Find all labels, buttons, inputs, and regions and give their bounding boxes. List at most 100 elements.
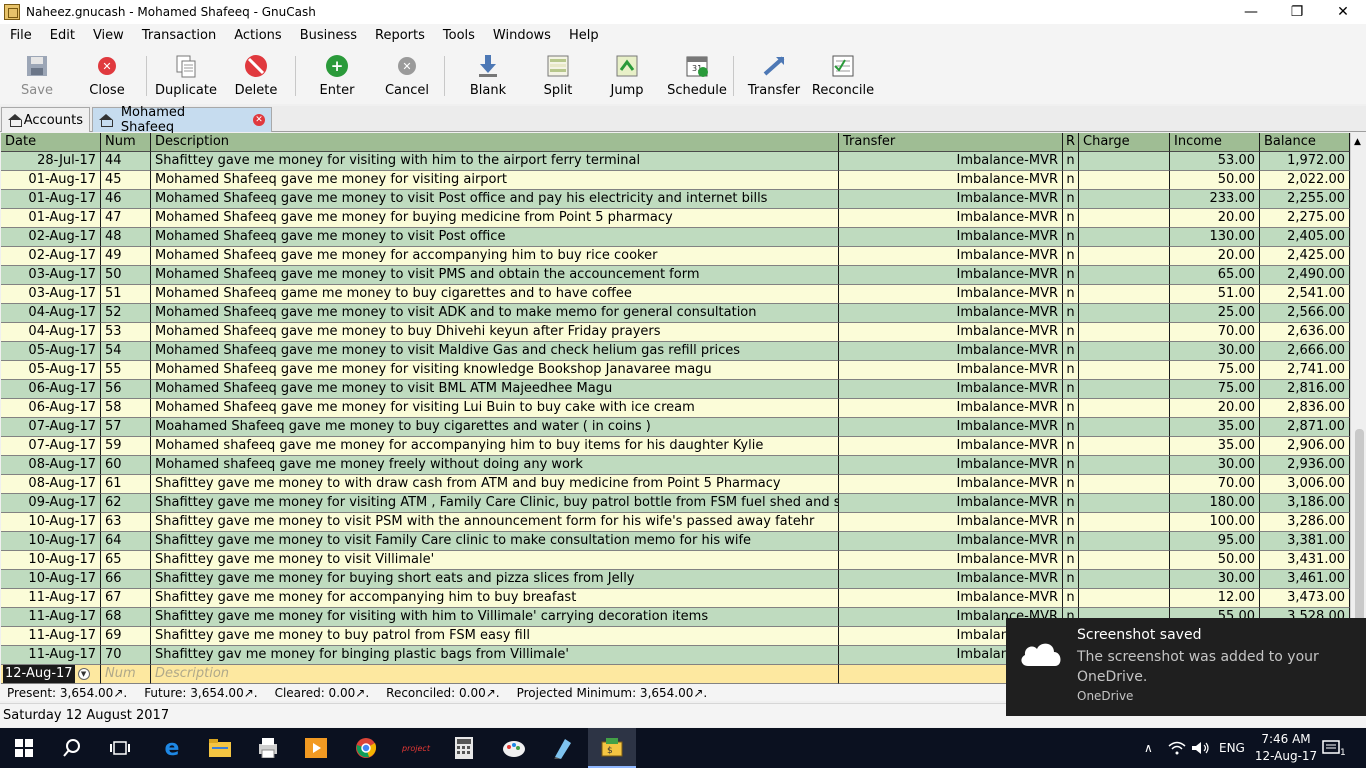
cell-description[interactable]: Mohamed Shafeeq gave me money to visit P…	[151, 228, 839, 247]
cell-income[interactable]: 20.00	[1170, 247, 1260, 266]
cell-transfer[interactable]: Imbalance-MVR	[839, 209, 1063, 228]
transfer-button[interactable]: Transfer	[738, 46, 810, 104]
cell-description[interactable]: Mohamed shafeeq gave me money for accomp…	[151, 437, 839, 456]
cell-income[interactable]: 50.00	[1170, 551, 1260, 570]
cell-income[interactable]: 75.00	[1170, 380, 1260, 399]
cell-transfer[interactable]: Imbalance-MVR	[839, 399, 1063, 418]
cell-date[interactable]: 01-Aug-17	[1, 171, 101, 190]
cell-reconciled[interactable]: n	[1063, 418, 1079, 437]
cell-charge[interactable]	[1079, 304, 1170, 323]
cell-description[interactable]: Shafittey gave me money for visiting wit…	[151, 608, 839, 627]
cell-reconciled[interactable]: n	[1063, 247, 1079, 266]
cell-transfer[interactable]: Imbalance-MVR	[839, 418, 1063, 437]
cell-num[interactable]: 48	[101, 228, 151, 247]
jump-button[interactable]: Jump	[589, 46, 665, 104]
cell-transfer[interactable]: Imbalance-MVR	[839, 551, 1063, 570]
cell-charge[interactable]	[1079, 285, 1170, 304]
chrome-icon[interactable]	[342, 728, 390, 768]
transaction-row[interactable]: 28-Jul-17 44 Shafittey gave me money for v…	[1, 152, 1350, 171]
cell-date[interactable]: 02-Aug-17	[1, 247, 101, 266]
cell-reconciled[interactable]: n	[1063, 570, 1079, 589]
cell-income[interactable]: 51.00	[1170, 285, 1260, 304]
cell-date[interactable]: 11-Aug-17	[1, 589, 101, 608]
cell-charge[interactable]	[1079, 513, 1170, 532]
cell-transfer[interactable]: Imbalance-MVR	[839, 570, 1063, 589]
cell-transfer[interactable]: Imbalance-MVR	[839, 380, 1063, 399]
cell-transfer[interactable]: Imbalance-MVR	[839, 323, 1063, 342]
transaction-row[interactable]: 05-Aug-17 55 Mohamed Shafeeq gave me money…	[1, 361, 1350, 380]
cell-description[interactable]: Shafittey gave me money for accompanying…	[151, 589, 839, 608]
cell-description[interactable]: Shafittey gav me money for binging plast…	[151, 646, 839, 665]
cell-charge[interactable]	[1079, 532, 1170, 551]
cell-balance[interactable]: 2,636.00	[1260, 323, 1350, 342]
cell-date[interactable]: 11-Aug-17	[1, 627, 101, 646]
cell-num[interactable]: 51	[101, 285, 151, 304]
cell-income[interactable]: 233.00	[1170, 190, 1260, 209]
cell-description[interactable]: Shafittey gave me money to visit Family …	[151, 532, 839, 551]
menu-edit[interactable]: Edit	[40, 28, 83, 43]
menu-view[interactable]: View	[83, 28, 132, 43]
cell-num[interactable]: 60	[101, 456, 151, 475]
schedule-button[interactable]: 31 Schedule	[665, 46, 729, 104]
search-button[interactable]	[48, 728, 96, 768]
cell-balance[interactable]: 1,972.00	[1260, 152, 1350, 171]
clock[interactable]: 7:46 AM 12-Aug-17	[1254, 731, 1318, 765]
cell-reconciled[interactable]: n	[1063, 532, 1079, 551]
cell-charge[interactable]	[1079, 266, 1170, 285]
cell-charge[interactable]	[1079, 418, 1170, 437]
cell-transfer[interactable]: Imbalance-MVR	[839, 266, 1063, 285]
transaction-row[interactable]: 10-Aug-17 63 Shafittey gave me money to vi…	[1, 513, 1350, 532]
cell-charge[interactable]	[1079, 247, 1170, 266]
cell-balance[interactable]: 2,022.00	[1260, 171, 1350, 190]
cell-charge[interactable]	[1079, 380, 1170, 399]
cell-num[interactable]: 54	[101, 342, 151, 361]
transaction-row[interactable]: 10-Aug-17 64 Shafittey gave me money to vi…	[1, 532, 1350, 551]
cell-charge[interactable]	[1079, 361, 1170, 380]
cell-income[interactable]: 30.00	[1170, 570, 1260, 589]
enter-button[interactable]: + Enter	[300, 46, 374, 104]
cell-description[interactable]: Mohamed Shafeeq gave me money to visit M…	[151, 342, 839, 361]
cell-num[interactable]: 68	[101, 608, 151, 627]
cell-date[interactable]: 28-Jul-17	[1, 152, 101, 171]
cell-num[interactable]: 66	[101, 570, 151, 589]
cell-balance[interactable]: 2,816.00	[1260, 380, 1350, 399]
cell-description[interactable]: Mohamed Shafeeq game me money to buy cig…	[151, 285, 839, 304]
cell-reconciled[interactable]: n	[1063, 513, 1079, 532]
cell-income[interactable]: 20.00	[1170, 399, 1260, 418]
cell-description[interactable]: Mohamed Shafeeq gave me money to visit A…	[151, 304, 839, 323]
cell-num[interactable]: 69	[101, 627, 151, 646]
cell-transfer[interactable]: Imbalance-MVR	[839, 532, 1063, 551]
cell-transfer[interactable]: Imbalance-MVR	[839, 456, 1063, 475]
cell-balance[interactable]: 2,936.00	[1260, 456, 1350, 475]
cell-date[interactable]: 05-Aug-17	[1, 361, 101, 380]
col-date-header[interactable]: Date	[1, 133, 101, 152]
cell-charge[interactable]	[1079, 209, 1170, 228]
cell-balance[interactable]: 2,275.00	[1260, 209, 1350, 228]
cell-date[interactable]: 02-Aug-17	[1, 228, 101, 247]
cell-date[interactable]: 08-Aug-17	[1, 456, 101, 475]
menu-reports[interactable]: Reports	[365, 28, 433, 43]
transaction-row[interactable]: 08-Aug-17 61 Shafittey gave me money to wi…	[1, 475, 1350, 494]
cell-charge[interactable]	[1079, 342, 1170, 361]
menu-actions[interactable]: Actions	[224, 28, 290, 43]
cell-transfer[interactable]: Imbalance-MVR	[839, 152, 1063, 171]
cell-reconciled[interactable]: n	[1063, 304, 1079, 323]
cell-transfer[interactable]: Imbalance-MVR	[839, 285, 1063, 304]
menu-transaction[interactable]: Transaction	[132, 28, 224, 43]
cell-charge[interactable]	[1079, 171, 1170, 190]
cell-charge[interactable]	[1079, 551, 1170, 570]
transaction-row[interactable]: 01-Aug-17 46 Mohamed Shafeeq gave me money…	[1, 190, 1350, 209]
cell-description[interactable]: Mohamed Shafeeq gave me money to visit B…	[151, 380, 839, 399]
transaction-row[interactable]: 03-Aug-17 50 Mohamed Shafeeq gave me money…	[1, 266, 1350, 285]
cell-charge[interactable]	[1079, 475, 1170, 494]
cell-num[interactable]: 63	[101, 513, 151, 532]
cell-description[interactable]: Mohamed Shafeeq gave me money for buying…	[151, 209, 839, 228]
cell-reconciled[interactable]: n	[1063, 209, 1079, 228]
cell-date[interactable]: 11-Aug-17	[1, 646, 101, 665]
cell-transfer[interactable]: Imbalance-MVR	[839, 190, 1063, 209]
transaction-row[interactable]: 08-Aug-17 60 Mohamed shafeeq gave me money…	[1, 456, 1350, 475]
col-transfer-header[interactable]: Transfer	[839, 133, 1063, 152]
reconcile-button[interactable]: Reconcile	[810, 46, 876, 104]
cell-num[interactable]: 65	[101, 551, 151, 570]
close-window-button[interactable]: ✕	[1320, 0, 1366, 24]
